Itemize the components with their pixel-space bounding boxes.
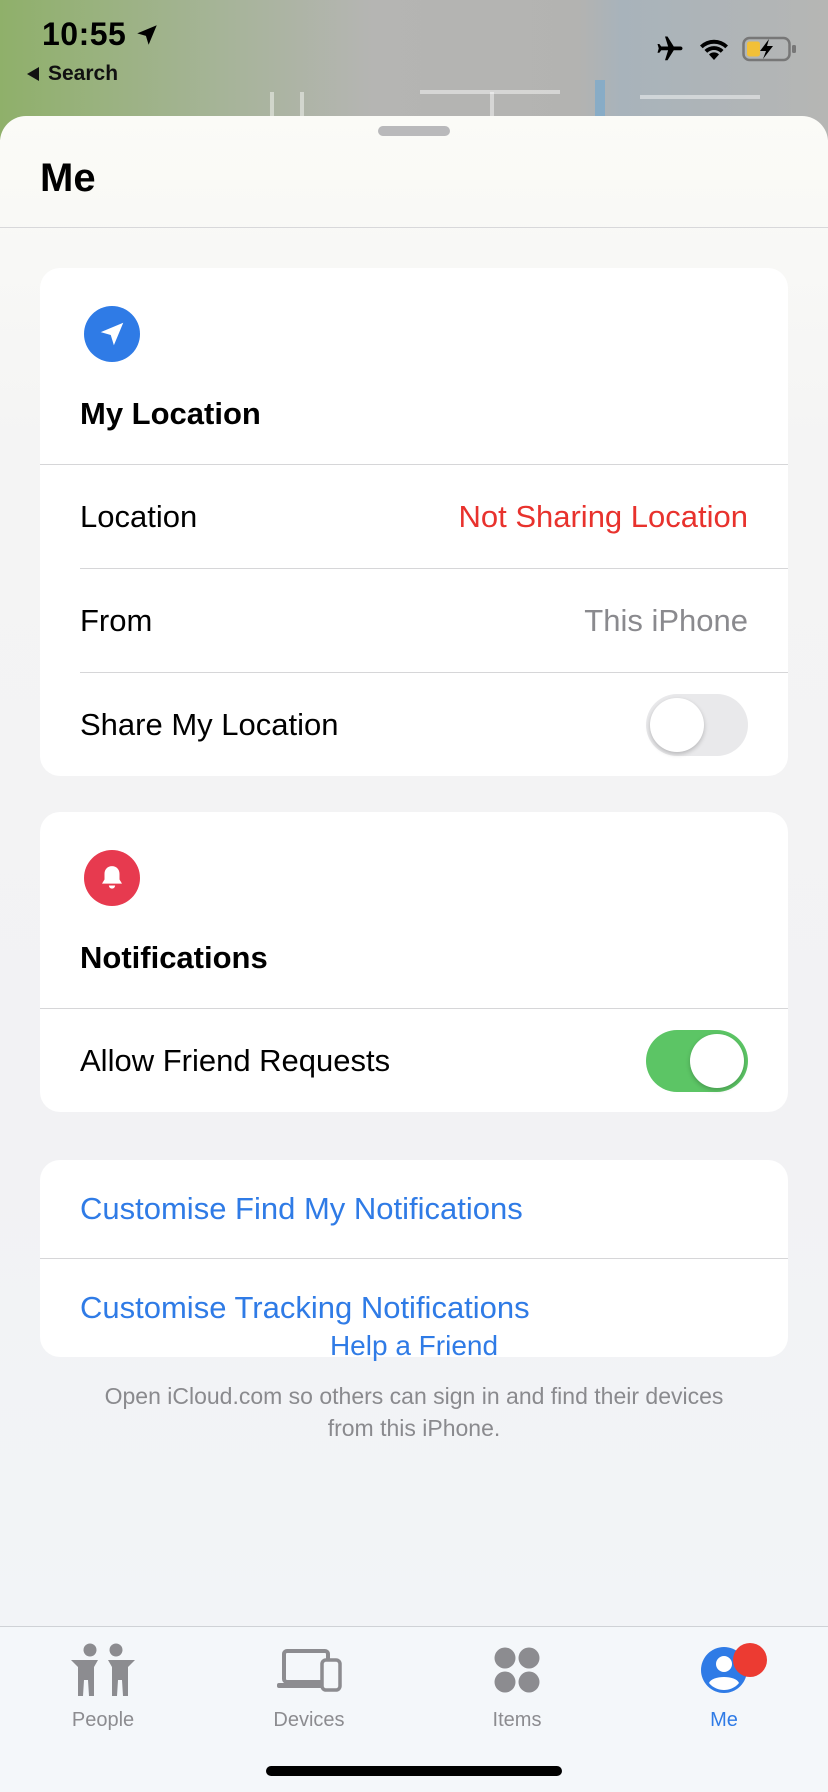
status-time: 10:55 (42, 16, 160, 53)
tab-items[interactable]: Items (442, 1637, 592, 1732)
from-row[interactable]: From This iPhone (40, 569, 788, 672)
my-location-title: My Location (80, 396, 261, 431)
location-row: Location Not Sharing Location (40, 465, 788, 568)
notifications-card: Notifications Allow Friend Requests (40, 812, 788, 1112)
help-a-friend-section: Help a Friend Open iCloud.com so others … (0, 1330, 828, 1444)
tab-people[interactable]: People (28, 1637, 178, 1732)
tab-me[interactable]: Me (649, 1637, 799, 1732)
customise-links-card: Customise Find My Notifications Customis… (40, 1160, 788, 1357)
allow-friend-requests-toggle[interactable] (646, 1029, 748, 1092)
location-services-icon (137, 24, 158, 45)
allow-friend-requests-row: Allow Friend Requests (40, 1009, 788, 1112)
people-icon (28, 1637, 178, 1703)
from-label: From (80, 602, 153, 638)
items-icon (442, 1637, 592, 1703)
notification-badge (733, 1643, 767, 1677)
from-device-value: This iPhone (584, 602, 748, 638)
help-a-friend-link[interactable]: Help a Friend (0, 1330, 828, 1362)
help-a-friend-description: Open iCloud.com so others can sign in an… (104, 1383, 724, 1441)
me-sheet: Me My Location Location Not Sharing Loca… (0, 116, 828, 1792)
customise-find-my-notifications-link[interactable]: Customise Find My Notifications (40, 1160, 788, 1258)
sheet-header: Me (0, 116, 828, 228)
location-label: Location (80, 498, 198, 534)
tab-people-label: People (71, 1709, 135, 1731)
battery-charging-icon (742, 36, 796, 62)
bell-icon (84, 850, 140, 906)
back-to-search-button[interactable]: Search (26, 62, 118, 86)
my-location-card: My Location Location Not Sharing Locatio… (40, 268, 788, 776)
tab-devices-label: Devices (273, 1709, 345, 1731)
tab-me-label: Me (710, 1709, 738, 1731)
page-title: Me (40, 156, 96, 200)
airplane-mode-icon (657, 36, 683, 61)
share-my-location-row: Share My Location (40, 673, 788, 776)
location-arrow-icon (84, 306, 140, 362)
tab-devices[interactable]: Devices (234, 1637, 384, 1732)
tab-items-label: Items (492, 1709, 542, 1731)
status-bar: 10:55 Search (0, 0, 828, 100)
devices-icon (234, 1637, 384, 1703)
back-triangle-icon (27, 67, 39, 81)
home-indicator (266, 1766, 562, 1776)
notifications-title: Notifications (80, 940, 268, 975)
me-icon (649, 1637, 799, 1703)
share-my-location-label: Share My Location (80, 706, 339, 742)
wifi-icon (700, 39, 728, 60)
allow-friend-requests-label: Allow Friend Requests (80, 1042, 391, 1078)
location-status-value: Not Sharing Location (458, 498, 748, 534)
share-my-location-toggle[interactable] (646, 693, 748, 756)
